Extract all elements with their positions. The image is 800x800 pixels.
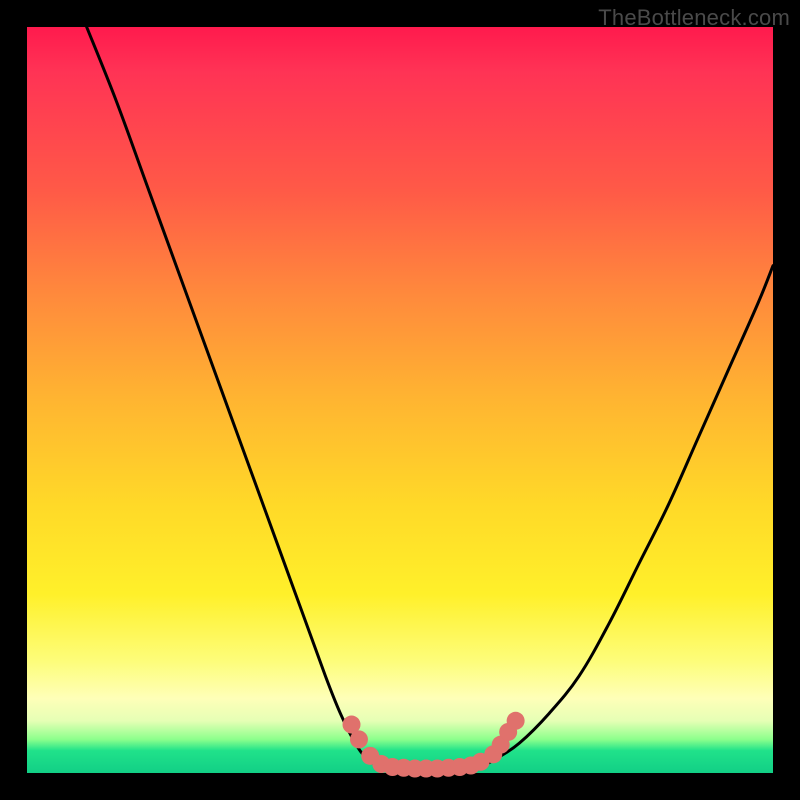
watermark-text: TheBottleneck.com [598, 5, 790, 31]
chart-frame: TheBottleneck.com [0, 0, 800, 800]
v-curve [87, 27, 773, 770]
highlight-dot [507, 712, 525, 730]
curve-layer [87, 27, 773, 770]
plot-area [27, 27, 773, 773]
highlight-dot [350, 730, 368, 748]
bottleneck-curve-svg [27, 27, 773, 773]
marker-dot-layer [343, 712, 525, 778]
